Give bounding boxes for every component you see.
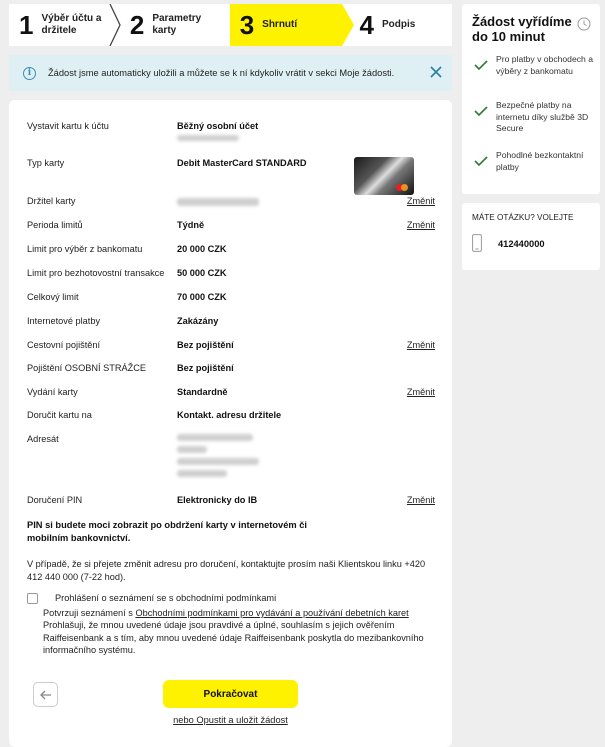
step-number: 1 <box>19 10 34 40</box>
my-requests-link[interactable]: Moje žádosti. <box>339 68 394 78</box>
row-value: Elektronicky do IB <box>177 495 258 505</box>
panel-title: Žádost vyřídíme do 10 minut <box>472 14 572 44</box>
row-value: Týdně <box>177 220 205 230</box>
step-3-active: 3 Shrnutí <box>229 4 354 46</box>
consent-body: Potvrzuji seznámení s Obchodními podmínk… <box>43 608 424 655</box>
row-label: Limit pro bezhotovostní transakce <box>27 268 165 278</box>
row-label: Držitel karty <box>27 196 76 206</box>
leave-and-save-link[interactable]: nebo Opustit a uložit žádost <box>9 715 452 725</box>
change-limits-link[interactable]: Změnit <box>407 220 435 230</box>
feature-text: Pohodlné bezkontaktní platby <box>496 150 584 172</box>
row-value: Zakázány <box>177 316 219 326</box>
progress-stepper: 1 Výběr účtu a držitele 2 Parametry kart… <box>9 4 452 46</box>
info-text: Žádost jsme automaticky uložili a můžete… <box>48 68 395 78</box>
pin-note: PIN si budete moci zobrazit po obdržení … <box>27 520 307 543</box>
row-value: Standardně <box>177 387 228 397</box>
row-label: Cestovní pojištění <box>27 340 101 350</box>
step-number: 2 <box>129 10 145 40</box>
feature-text: Bezpečné platby na internetu díky službě… <box>496 100 589 133</box>
check-icon <box>474 156 488 166</box>
redacted-address-line <box>177 446 207 453</box>
debit-card-image <box>354 157 414 195</box>
row-value: Debit MasterCard STANDARD <box>177 158 307 168</box>
row-label: Typ karty <box>27 158 65 168</box>
row-value: Bez pojištění <box>177 340 234 350</box>
arrow-left-icon <box>39 690 51 699</box>
check-icon <box>474 106 488 116</box>
contact-panel: MÁTE OTÁZKU? VOLEJTE 412440000 <box>462 203 600 270</box>
redacted-account-number <box>177 135 239 141</box>
continue-button[interactable]: Pokračovat <box>163 680 298 708</box>
questions-label: MÁTE OTÁZKU? VOLEJTE <box>472 213 574 222</box>
check-icon <box>474 60 488 70</box>
step-2: 2 Parametry karty <box>120 4 230 46</box>
step-label: Shrnutí <box>262 19 298 30</box>
row-label: Perioda limitů <box>27 220 83 230</box>
row-label: Adresát <box>27 434 59 444</box>
change-issuance-link[interactable]: Změnit <box>407 387 435 397</box>
change-travel-insurance-link[interactable]: Změnit <box>407 340 435 350</box>
row-value: Běžný osobní účet <box>177 121 259 131</box>
redacted-address-line <box>177 470 227 477</box>
redacted-holder-name <box>177 198 259 206</box>
step-1: 1 Výběr účtu a držitele <box>9 4 121 46</box>
row-value: Kontakt. adresu držitele <box>177 410 282 420</box>
row-value: 50 000 CZK <box>177 268 227 278</box>
row-label: Vystavit kartu k účtu <box>27 121 109 131</box>
processing-time-panel: Žádost vyřídíme do 10 minut Pro platby v… <box>462 4 600 194</box>
chevron-separator-icon <box>109 4 121 46</box>
info-icon: i <box>23 66 36 80</box>
row-label: Celkový limit <box>27 292 79 302</box>
row-label: Doručit kartu na <box>27 410 92 420</box>
row-label: Internetové platby <box>27 316 101 326</box>
phone-number[interactable]: 412440000 <box>498 239 545 249</box>
step-number: 3 <box>239 10 255 40</box>
consent-title: Prohlášení o seznámení se s obchodními p… <box>55 593 277 603</box>
step-label: Výběr účtu a držitele <box>41 13 102 36</box>
back-button[interactable] <box>33 682 58 707</box>
redacted-address-line <box>177 434 253 441</box>
step-number: 4 <box>359 10 374 40</box>
row-value: 20 000 CZK <box>177 244 227 254</box>
step-label: Parametry karty <box>152 13 202 36</box>
feature-text: Pro platby v obchodech a výběry z bankom… <box>496 54 593 76</box>
summary-card: Vystavit kartu k účtu Běžný osobní účet … <box>9 100 452 747</box>
terms-link[interactable]: Obchodními podmínkami pro vydávání a pou… <box>135 608 408 618</box>
row-label: Doručení PIN <box>27 495 83 505</box>
clock-icon <box>577 17 591 31</box>
chevron-active-icon <box>341 4 354 46</box>
autosave-info-banner: i Žádost jsme automaticky uložili a může… <box>9 55 452 91</box>
close-icon[interactable] <box>429 65 443 79</box>
row-value: Bez pojištění <box>177 363 234 373</box>
row-label: Vydání karty <box>27 387 78 397</box>
contact-note: V případě, že si přejete změnit adresu p… <box>27 559 426 582</box>
terms-checkbox[interactable] <box>27 593 38 604</box>
step-4: 4 Podpis <box>342 4 452 46</box>
change-pin-delivery-link[interactable]: Změnit <box>407 495 435 505</box>
step-label: Podpis <box>382 19 416 30</box>
row-label: Limit pro výběr z bankomatu <box>27 244 143 254</box>
row-label: Pojištění OSOBNÍ STRÁŽCE <box>27 363 146 373</box>
change-holder-link[interactable]: Změnit <box>407 196 435 206</box>
redacted-address-line <box>177 458 259 465</box>
row-value: 70 000 CZK <box>177 292 227 302</box>
phone-icon <box>472 234 482 252</box>
